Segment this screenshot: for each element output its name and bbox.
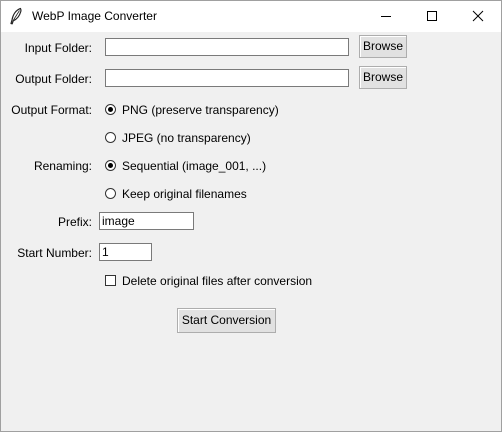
output-format-label: Output Format: <box>11 103 92 117</box>
prefix-field[interactable] <box>99 212 194 230</box>
radio-unselected-icon <box>105 132 116 143</box>
renaming-label: Renaming: <box>33 159 92 173</box>
close-button[interactable] <box>455 1 501 32</box>
radio-selected-icon <box>105 160 116 171</box>
feather-icon <box>8 7 24 25</box>
start-number-label: Start Number: <box>17 246 92 260</box>
start-conversion-button[interactable]: Start Conversion <box>177 308 276 333</box>
close-icon <box>472 10 484 22</box>
maximize-icon <box>427 11 437 21</box>
rename-sequential-radio[interactable]: Sequential (image_001, ...) <box>105 159 305 175</box>
delete-originals-label: Delete original files after conversion <box>122 274 313 288</box>
input-browse-button[interactable]: Browse <box>359 35 407 58</box>
input-folder-label: Input Folder: <box>24 41 92 55</box>
output-folder-field[interactable] <box>105 69 349 87</box>
start-number-field[interactable] <box>99 243 152 261</box>
input-folder-field[interactable] <box>105 38 349 56</box>
format-jpeg-radio[interactable]: JPEG (no transparency) <box>105 131 305 147</box>
window-title: WebP Image Converter <box>32 9 157 23</box>
rename-sequential-label: Sequential (image_001, ...) <box>122 159 267 173</box>
rename-keep-radio[interactable]: Keep original filenames <box>105 187 305 203</box>
app-window: WebP Image Converter Input Folder: Brows… <box>0 0 502 432</box>
format-png-radio[interactable]: PNG (preserve transparency) <box>105 103 305 119</box>
checkbox-unchecked-icon <box>105 275 116 286</box>
prefix-label: Prefix: <box>57 215 92 229</box>
minimize-icon <box>381 16 391 17</box>
maximize-button[interactable] <box>409 1 455 32</box>
radio-selected-icon <box>105 104 116 115</box>
main-form: Input Folder: Browse Output Folder: Brow… <box>1 32 501 431</box>
rename-keep-label: Keep original filenames <box>122 187 247 201</box>
delete-originals-checkbox[interactable]: Delete original files after conversion <box>105 274 335 290</box>
format-png-label: PNG (preserve transparency) <box>122 103 279 117</box>
output-browse-button[interactable]: Browse <box>359 66 407 89</box>
minimize-button[interactable] <box>363 1 409 32</box>
radio-unselected-icon <box>105 188 116 199</box>
output-folder-label: Output Folder: <box>15 72 92 86</box>
format-jpeg-label: JPEG (no transparency) <box>122 131 251 145</box>
title-bar[interactable]: WebP Image Converter <box>1 1 501 32</box>
